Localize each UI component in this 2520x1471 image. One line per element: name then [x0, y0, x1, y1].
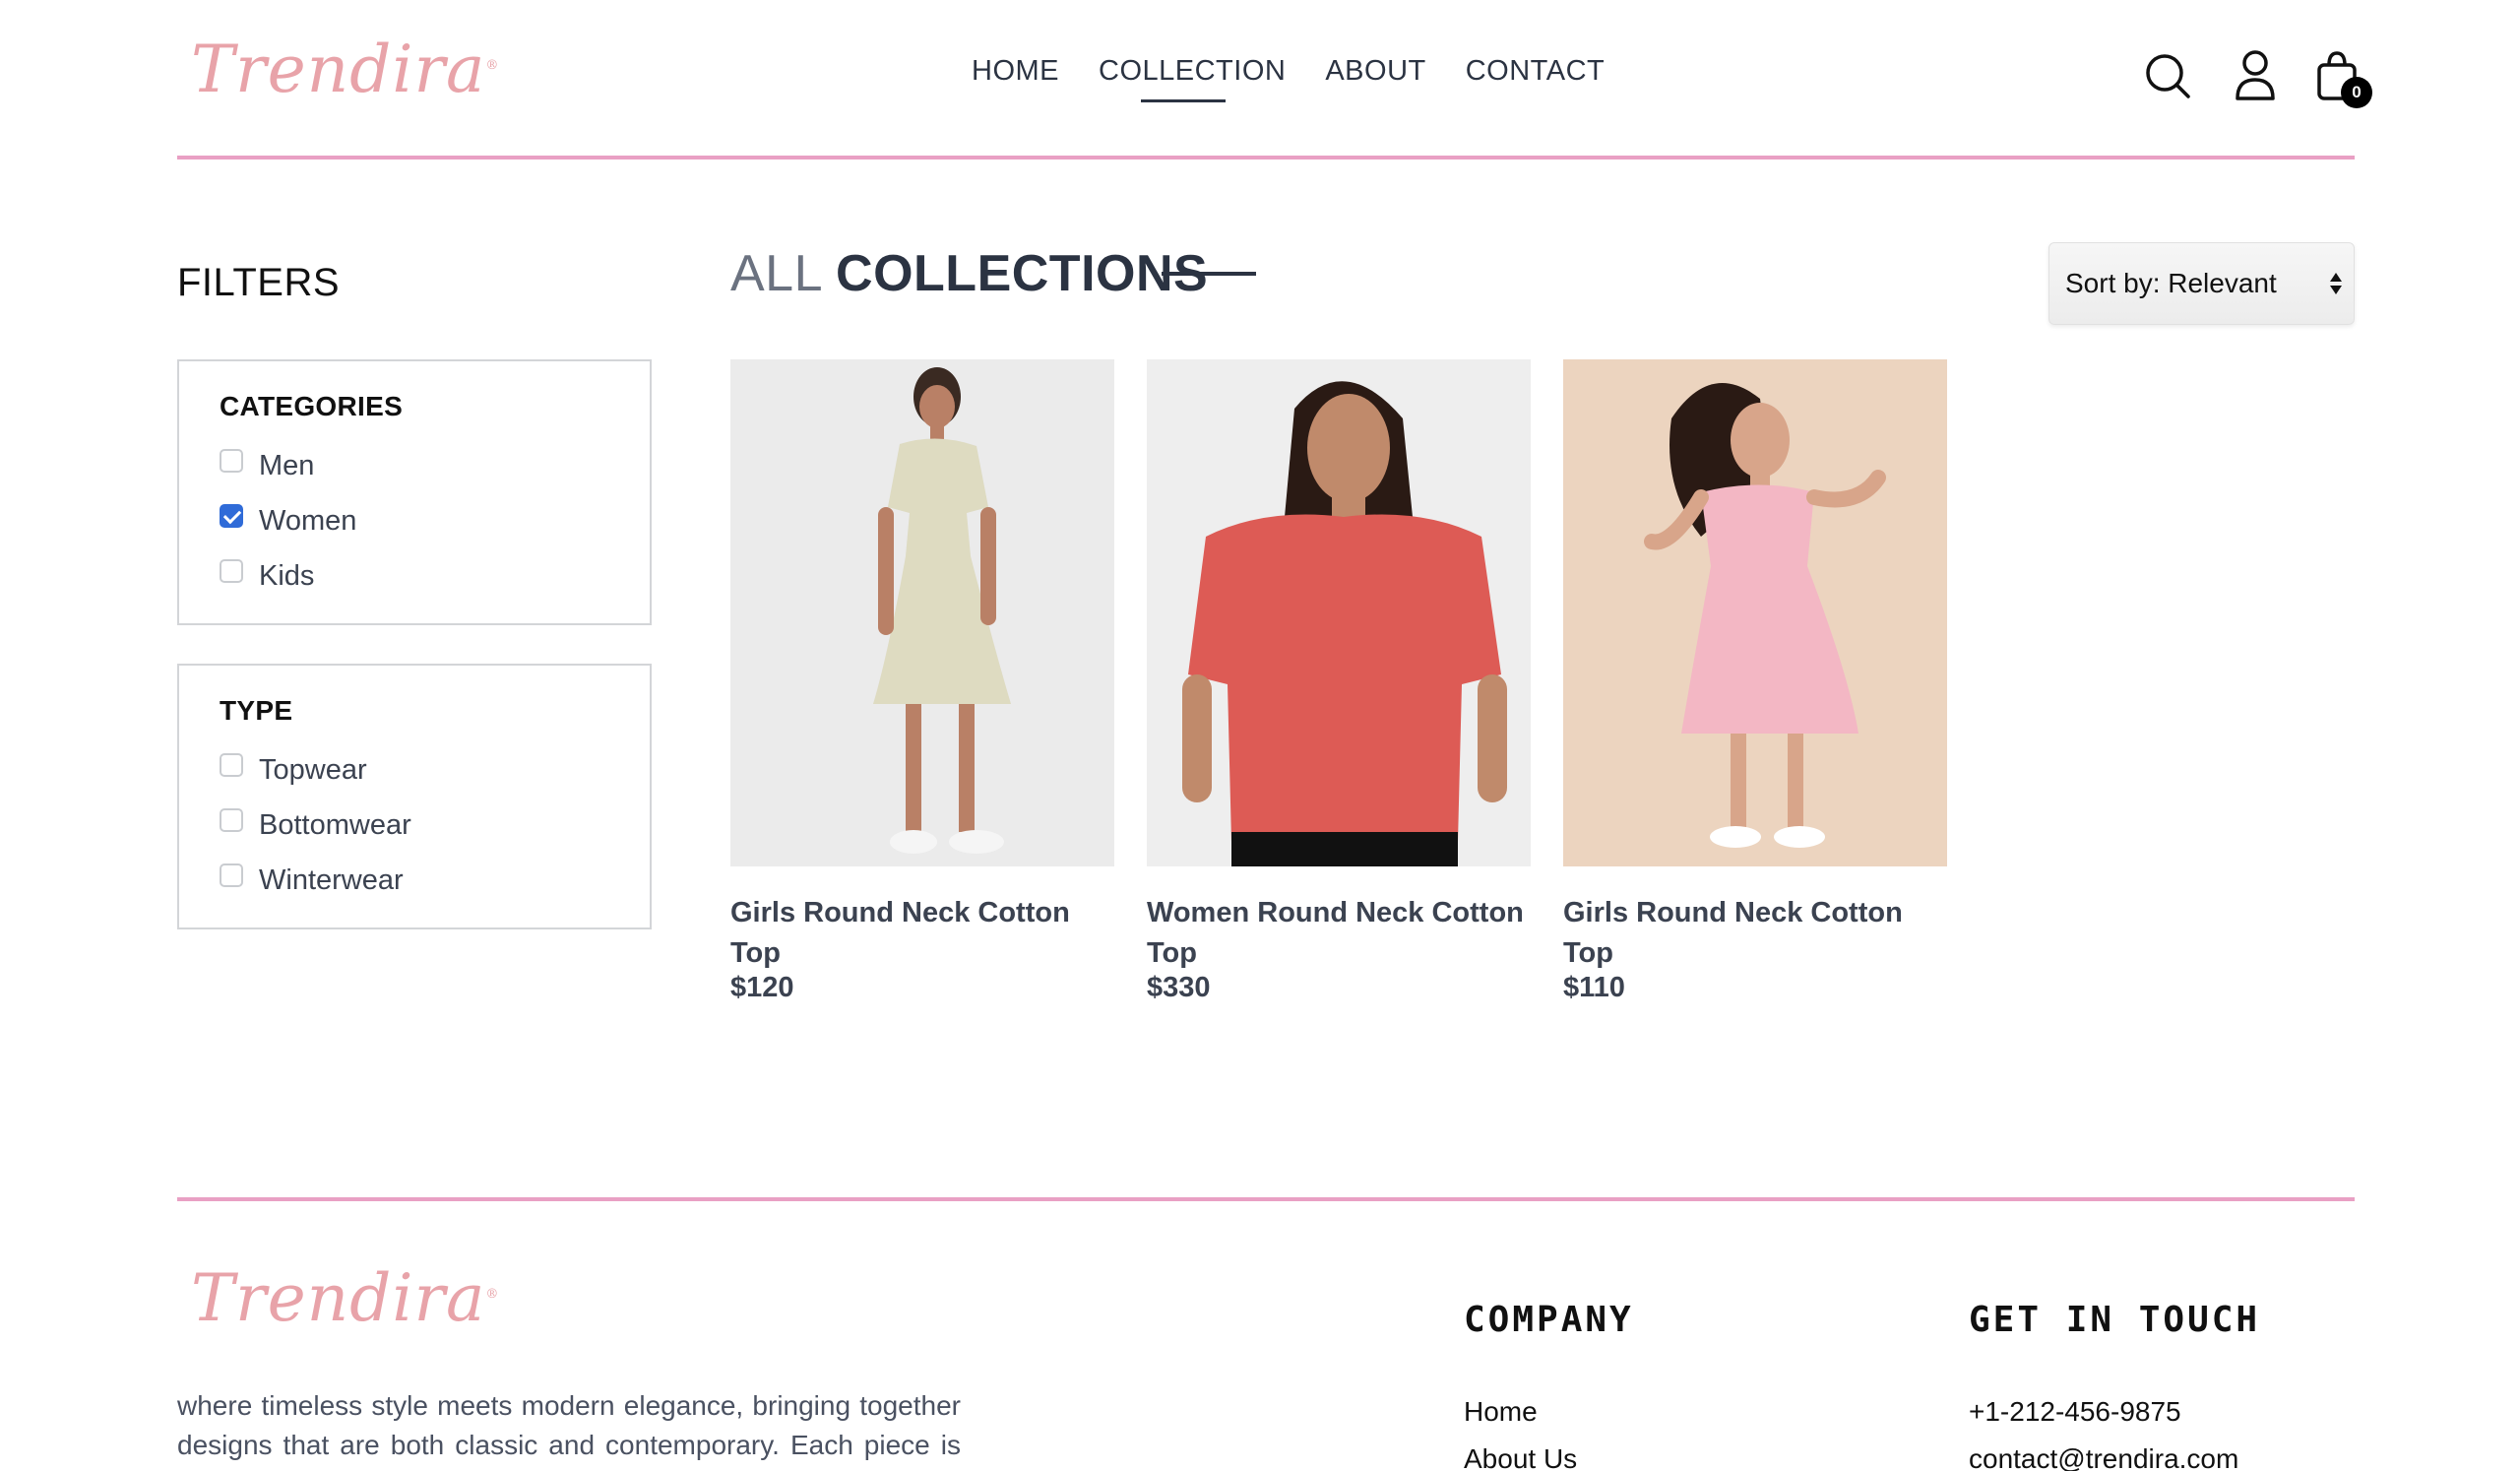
checkbox-men[interactable] [220, 448, 243, 473]
filter-option-label: Women [259, 505, 357, 537]
checkbox-winterwear[interactable] [220, 863, 243, 887]
nav-collection[interactable]: COLLECTION [1099, 55, 1286, 102]
nav-contact[interactable]: CONTACT [1466, 55, 1606, 88]
site-header: Trendira® HOME COLLECTION ABOUT CONTACT … [177, 0, 2372, 160]
filter-option-label: Topwear [259, 754, 367, 786]
filter-option-men[interactable]: Men [220, 448, 315, 482]
brand-logo-text: Trendira [191, 32, 486, 107]
footer-divider [177, 1197, 2355, 1201]
footer-logo-text: Trendira [191, 1260, 486, 1336]
footer-logo-reg: ® [485, 1287, 500, 1302]
collection-title: ALL COLLECTIONS [730, 244, 1208, 303]
brand-logo-reg: ® [485, 58, 500, 73]
brand-logo[interactable]: Trendira® [191, 32, 499, 107]
filter-option-label: Men [259, 450, 315, 481]
checkbox-topwear[interactable] [220, 752, 243, 777]
type-filter: TYPE Topwear Bottomwear Winterwear [177, 664, 652, 929]
filter-option-label: Kids [259, 560, 315, 592]
collection-title-bold: COLLECTIONS [836, 245, 1209, 302]
product-image[interactable] [730, 359, 1114, 866]
categories-filter: CATEGORIES Men Women Kids [177, 359, 652, 625]
shopping-bag-icon[interactable]: 0 [2313, 47, 2372, 108]
search-icon[interactable] [2143, 47, 2194, 102]
product-price: $330 [1147, 972, 1211, 1003]
footer-link-home[interactable]: Home [1464, 1396, 1538, 1428]
product-card[interactable]: Women Round Neck Cotton Top $330 [1147, 359, 1531, 1003]
filter-option-winterwear[interactable]: Winterwear [220, 863, 404, 897]
filter-option-label: Bottomwear [259, 809, 411, 841]
footer-company-heading: COMPANY [1464, 1300, 1634, 1340]
main-nav: HOME COLLECTION ABOUT CONTACT [972, 55, 1644, 102]
header-divider [177, 156, 2355, 160]
cart-count-badge: 0 [2341, 77, 2372, 108]
checkbox-bottomwear[interactable] [220, 807, 243, 832]
filter-option-women[interactable]: Women [220, 503, 357, 538]
filter-option-bottomwear[interactable]: Bottomwear [220, 807, 411, 842]
filters-title: FILTERS [177, 261, 341, 304]
product-name[interactable]: Girls Round Neck Cotton Top [1563, 893, 1947, 974]
filter-option-kids[interactable]: Kids [220, 558, 315, 593]
footer-about-text: where timeless style meets modern elegan… [177, 1390, 961, 1471]
footer-contact-heading: GET IN TOUCH [1969, 1300, 2261, 1340]
checkbox-kids[interactable] [220, 558, 243, 583]
product-name[interactable]: Women Round Neck Cotton Top [1147, 893, 1531, 974]
product-price: $110 [1563, 972, 1625, 1003]
product-image[interactable] [1147, 359, 1531, 866]
sort-select[interactable]: Sort by: Relevant [2048, 242, 2355, 325]
filter-option-topwear[interactable]: Topwear [220, 752, 367, 787]
product-name[interactable]: Girls Round Neck Cotton Top [730, 893, 1114, 974]
header-actions: 0 [2118, 47, 2372, 108]
user-icon[interactable] [2230, 47, 2281, 102]
categories-heading: CATEGORIES [220, 391, 404, 421]
checkbox-women[interactable] [220, 503, 243, 528]
footer-brand-logo[interactable]: Trendira® [191, 1260, 499, 1336]
sort-selected-value: Sort by: Relevant [2065, 268, 2277, 298]
footer-email[interactable]: contact@trendira.com [1969, 1443, 2238, 1471]
type-heading: TYPE [220, 695, 293, 726]
product-card[interactable]: Girls Round Neck Cotton Top $120 [730, 359, 1114, 1003]
nav-about[interactable]: ABOUT [1325, 55, 1425, 88]
select-arrows-icon [2330, 273, 2342, 294]
product-price: $120 [730, 972, 794, 1003]
title-accent-line [1162, 272, 1256, 276]
product-card[interactable]: Girls Round Neck Cotton Top $110 [1563, 359, 1947, 1003]
nav-home[interactable]: HOME [972, 55, 1059, 88]
collection-title-light: ALL [730, 245, 822, 302]
footer-link-about[interactable]: About Us [1464, 1443, 1577, 1471]
footer-phone[interactable]: +1-212-456-9875 [1969, 1396, 2181, 1428]
product-image[interactable] [1563, 359, 1947, 866]
filter-option-label: Winterwear [259, 864, 404, 896]
